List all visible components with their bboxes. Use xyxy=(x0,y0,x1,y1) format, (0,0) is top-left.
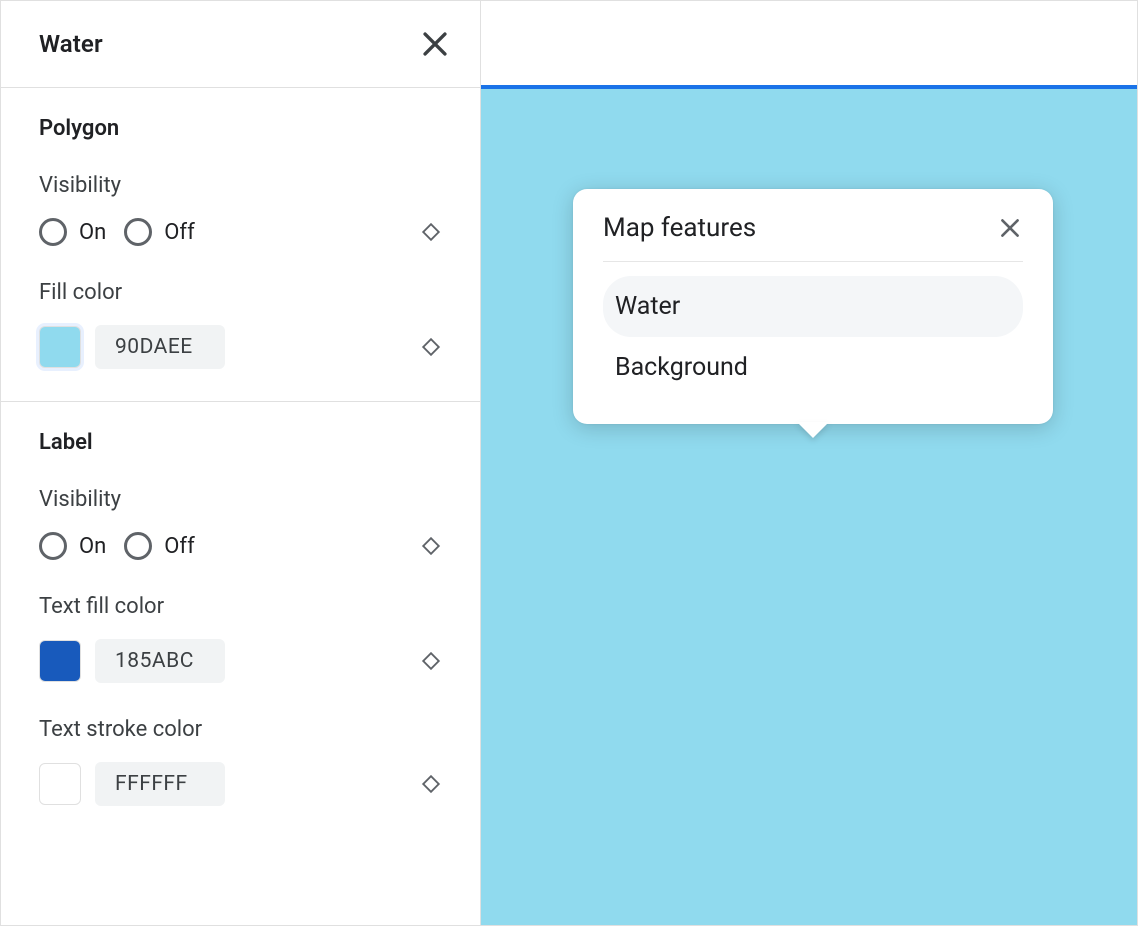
close-icon[interactable] xyxy=(997,215,1023,241)
reset-diamond-icon[interactable] xyxy=(420,650,442,672)
polygon-visibility-label: Visibility xyxy=(39,173,442,198)
label-visibility-row: On Off xyxy=(39,532,442,560)
label-text-fill-hex-input[interactable]: 185ABC xyxy=(95,639,225,683)
radio-off-label: Off xyxy=(164,220,194,245)
close-icon[interactable] xyxy=(418,27,452,61)
radio-on-label: On xyxy=(79,534,106,559)
label-text-stroke-controls: FFFFFF xyxy=(39,762,225,806)
polygon-visibility-radios: On Off xyxy=(39,218,195,246)
label-text-stroke-hex-input[interactable]: FFFFFF xyxy=(95,762,225,806)
popover-item-background[interactable]: Background xyxy=(603,337,1023,398)
radio-circle-icon xyxy=(124,532,152,560)
polygon-visibility-row: On Off xyxy=(39,218,442,246)
popover-title: Map features xyxy=(603,213,756,243)
radio-on-label: On xyxy=(79,220,106,245)
label-visibility-label: Visibility xyxy=(39,487,442,512)
polygon-fill-color-label: Fill color xyxy=(39,280,442,305)
label-text-fill-controls: 185ABC xyxy=(39,639,225,683)
label-text-fill-label: Text fill color xyxy=(39,594,442,619)
polygon-visibility-on-radio[interactable]: On xyxy=(39,218,106,246)
radio-circle-icon xyxy=(124,218,152,246)
label-text-stroke-swatch[interactable] xyxy=(39,763,81,805)
popover-header: Map features xyxy=(603,213,1023,262)
section-polygon: Polygon Visibility On Off Fill xyxy=(1,88,480,402)
style-editor-app: Water Polygon Visibility On Off xyxy=(0,0,1138,926)
panel-header: Water xyxy=(1,1,480,88)
label-visibility-on-radio[interactable]: On xyxy=(39,532,106,560)
polygon-fill-color-controls: 90DAEE xyxy=(39,325,225,369)
label-text-stroke-label: Text stroke color xyxy=(39,717,442,742)
label-text-stroke-row: FFFFFF xyxy=(39,762,442,806)
map-surface[interactable]: Map features Water Background xyxy=(481,89,1137,925)
feature-panel: Water Polygon Visibility On Off xyxy=(1,1,481,925)
map-pane: Map features Water Background xyxy=(481,1,1137,925)
polygon-fill-swatch[interactable] xyxy=(39,326,81,368)
reset-diamond-icon[interactable] xyxy=(420,773,442,795)
polygon-visibility-off-radio[interactable]: Off xyxy=(124,218,194,246)
map-topbar xyxy=(481,1,1137,89)
section-label-title: Label xyxy=(39,430,442,455)
label-visibility-off-radio[interactable]: Off xyxy=(124,532,194,560)
panel-title: Water xyxy=(39,30,103,58)
section-label: Label Visibility On Off Text fi xyxy=(1,402,480,838)
reset-diamond-icon[interactable] xyxy=(420,221,442,243)
radio-circle-icon xyxy=(39,218,67,246)
popover-item-water[interactable]: Water xyxy=(603,276,1023,337)
label-visibility-radios: On Off xyxy=(39,532,195,560)
section-polygon-title: Polygon xyxy=(39,116,442,141)
reset-diamond-icon[interactable] xyxy=(420,535,442,557)
radio-circle-icon xyxy=(39,532,67,560)
radio-off-label: Off xyxy=(164,534,194,559)
polygon-fill-color-row: 90DAEE xyxy=(39,325,442,369)
label-text-fill-swatch[interactable] xyxy=(39,640,81,682)
label-text-fill-row: 185ABC xyxy=(39,639,442,683)
reset-diamond-icon[interactable] xyxy=(420,336,442,358)
map-features-popover: Map features Water Background xyxy=(573,189,1053,424)
polygon-fill-hex-input[interactable]: 90DAEE xyxy=(95,325,225,369)
